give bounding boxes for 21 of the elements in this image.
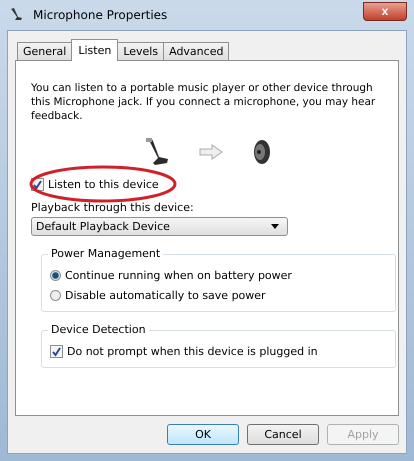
arrow-icon: [198, 144, 222, 160]
description-text: You can listen to a portable music player or other device through this Microphone jack. If you connect a microphone, you may hear feedback.: [31, 81, 376, 123]
tab[interactable]: Levels: [117, 42, 164, 61]
window-title: Microphone Properties: [33, 8, 168, 22]
tab[interactable]: General: [17, 42, 72, 61]
radio-button[interactable]: [50, 270, 61, 280]
playback-label: Playback through this device:: [31, 201, 195, 214]
dialog-button[interactable]: Cancel: [247, 424, 319, 445]
playback-dropdown[interactable]: Default Playback Device: [31, 217, 288, 236]
dialog-button[interactable]: OK: [167, 424, 239, 445]
group-title: Power Management: [48, 247, 164, 260]
tab[interactable]: Advanced: [163, 42, 230, 61]
radio-button[interactable]: [50, 290, 61, 300]
checkbox[interactable]: [50, 344, 63, 358]
radio-option[interactable]: Continue running when on battery power: [50, 268, 292, 282]
microphone-stand-icon: [144, 137, 170, 167]
caret-icon: [271, 224, 279, 229]
tab[interactable]: Listen: [71, 39, 118, 61]
radio-option[interactable]: Disable automatically to save power: [50, 288, 266, 302]
group-title: Device Detection: [48, 323, 149, 336]
checkbox-option[interactable]: Do not prompt when this device is plugged in: [50, 344, 318, 358]
